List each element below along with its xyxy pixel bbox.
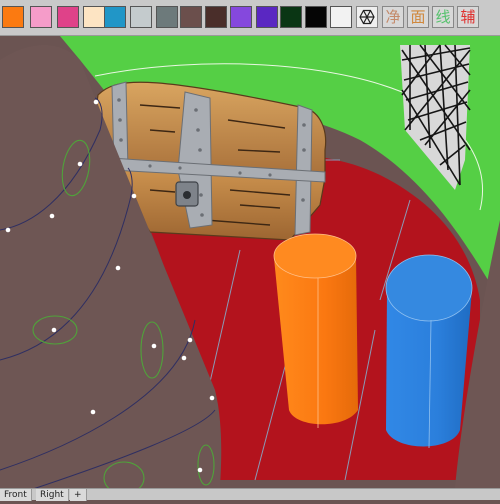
mian-button[interactable]: 面 bbox=[407, 6, 429, 28]
swatch-blue[interactable] bbox=[104, 6, 126, 28]
swatch-magenta[interactable] bbox=[57, 6, 79, 28]
swatch-orange[interactable] bbox=[2, 6, 24, 28]
color-toolbar: 净 面 线 辅 bbox=[0, 0, 500, 36]
swatch-dark-brown[interactable] bbox=[205, 6, 227, 28]
swatch-black[interactable] bbox=[305, 6, 327, 28]
chest-lock bbox=[175, 181, 199, 207]
3d-viewport[interactable] bbox=[0, 0, 500, 500]
swatch-indigo[interactable] bbox=[256, 6, 278, 28]
swatch-white[interactable] bbox=[330, 6, 352, 28]
mesh-toggle-button[interactable] bbox=[356, 6, 378, 28]
tab-front[interactable]: Front bbox=[0, 489, 32, 501]
tab-right[interactable]: Right bbox=[36, 489, 69, 501]
swatch-brown[interactable] bbox=[180, 6, 202, 28]
swatch-pink[interactable] bbox=[30, 6, 52, 28]
view-tabs: Front Right + bbox=[0, 488, 500, 501]
swatch-slate-gray[interactable] bbox=[156, 6, 178, 28]
blue-cylinder[interactable] bbox=[385, 254, 473, 449]
jing-button[interactable]: 净 bbox=[382, 6, 404, 28]
swatch-dark-green[interactable] bbox=[280, 6, 302, 28]
mesh-icon bbox=[359, 9, 375, 25]
fu-button[interactable]: 辅 bbox=[457, 6, 479, 28]
swatch-cream[interactable] bbox=[83, 6, 105, 28]
swatch-light-gray[interactable] bbox=[130, 6, 152, 28]
tab-add[interactable]: + bbox=[70, 489, 87, 501]
swatch-violet[interactable] bbox=[230, 6, 252, 28]
scene-canvas[interactable] bbox=[0, 0, 500, 500]
xian-button[interactable]: 线 bbox=[432, 6, 454, 28]
